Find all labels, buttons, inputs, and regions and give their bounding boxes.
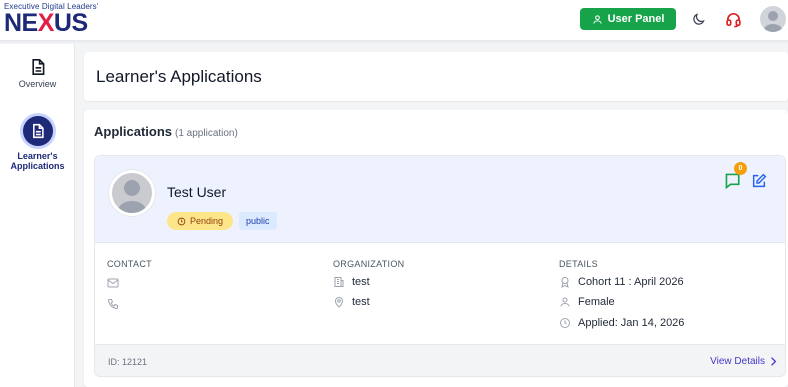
organization-name-row: test bbox=[333, 276, 370, 288]
building-icon bbox=[334, 277, 344, 287]
applicant-name: Test User bbox=[167, 184, 227, 200]
chevron-right-icon bbox=[771, 357, 777, 366]
contact-email-row bbox=[107, 278, 119, 288]
view-details-link[interactable]: View Details bbox=[710, 356, 777, 367]
contact-phone-row bbox=[107, 298, 119, 310]
application-card-footer: ID: 12121 View Details bbox=[95, 344, 785, 376]
edit-icon[interactable] bbox=[751, 173, 767, 189]
status-badge-label: Pending bbox=[190, 216, 224, 226]
user-icon bbox=[560, 297, 570, 307]
organization-location: test bbox=[352, 296, 370, 308]
location-pin-icon bbox=[334, 297, 344, 308]
mail-icon bbox=[107, 278, 119, 288]
view-details-label: View Details bbox=[710, 356, 765, 367]
organization-label: ORGANIZATION bbox=[333, 259, 405, 269]
page-title: Learner's Applications bbox=[96, 67, 262, 86]
application-id: ID: 12121 bbox=[108, 357, 148, 367]
organization-name: test bbox=[352, 276, 370, 288]
message-count-badge: 0 bbox=[734, 162, 747, 175]
application-card: Test User Pending public 0 CONTACT ORGAN… bbox=[94, 155, 786, 377]
theme-toggle-button[interactable] bbox=[689, 10, 707, 28]
brand-name-accent: X bbox=[37, 9, 55, 37]
brand-name-part: US bbox=[53, 9, 88, 37]
sidebar-label-line: Learner's bbox=[17, 151, 58, 161]
sidebar-item-label: Overview bbox=[18, 79, 57, 89]
phone-icon bbox=[107, 299, 118, 310]
award-icon bbox=[561, 277, 569, 288]
user-icon bbox=[592, 14, 602, 24]
brand-name-part: NE bbox=[4, 9, 38, 37]
user-panel-label: User Panel bbox=[607, 13, 665, 25]
sidebar-item-overview[interactable]: Overview bbox=[0, 58, 75, 89]
user-panel-button[interactable]: User Panel bbox=[580, 8, 676, 30]
applications-section: Applications (1 application) Test User Pe… bbox=[84, 110, 788, 387]
top-header: Executive Digital Leaders' NEXUS User Pa… bbox=[0, 0, 788, 40]
account-avatar[interactable] bbox=[760, 6, 786, 32]
sidebar-item-learners-applications[interactable]: Learner's Applications bbox=[0, 116, 75, 171]
applied-date-row: Applied: Jan 14, 2026 bbox=[559, 317, 684, 329]
avatar-icon bbox=[764, 11, 782, 32]
applicant-avatar bbox=[109, 170, 155, 216]
sidebar-item-label: Learner's Applications bbox=[10, 151, 64, 171]
cohort-value: Cohort 11 : April 2026 bbox=[578, 276, 684, 288]
visibility-badge: public bbox=[239, 212, 277, 230]
gender-row: Female bbox=[559, 296, 615, 308]
sidebar: Overview Learner's Applications bbox=[0, 44, 75, 387]
details-label: DETAILS bbox=[559, 259, 598, 269]
sidebar-label-line: Applications bbox=[10, 161, 65, 171]
applications-heading: Applications (1 application) bbox=[94, 124, 238, 139]
contact-label: CONTACT bbox=[107, 259, 152, 269]
cohort-row: Cohort 11 : April 2026 bbox=[559, 276, 684, 288]
gender-value: Female bbox=[578, 296, 615, 308]
clock-icon bbox=[177, 217, 186, 225]
support-button[interactable] bbox=[724, 10, 742, 28]
avatar-icon bbox=[118, 180, 146, 213]
application-card-header: Test User Pending public 0 bbox=[95, 156, 785, 243]
header-divider bbox=[0, 40, 788, 44]
organization-location-row: test bbox=[333, 296, 370, 308]
status-badge: Pending bbox=[167, 212, 234, 230]
applications-heading-label: Applications bbox=[94, 124, 173, 139]
page-title-card: Learner's Applications bbox=[84, 52, 788, 101]
document-icon bbox=[32, 123, 44, 139]
applications-count: (1 application) bbox=[175, 128, 238, 139]
active-indicator bbox=[22, 116, 53, 146]
applied-date: Applied: Jan 14, 2026 bbox=[578, 317, 685, 329]
moon-icon bbox=[692, 12, 705, 25]
clock-icon bbox=[560, 318, 570, 328]
headset-icon bbox=[725, 12, 741, 27]
document-icon bbox=[31, 59, 44, 75]
brand-logo[interactable]: NEXUS bbox=[4, 11, 88, 36]
